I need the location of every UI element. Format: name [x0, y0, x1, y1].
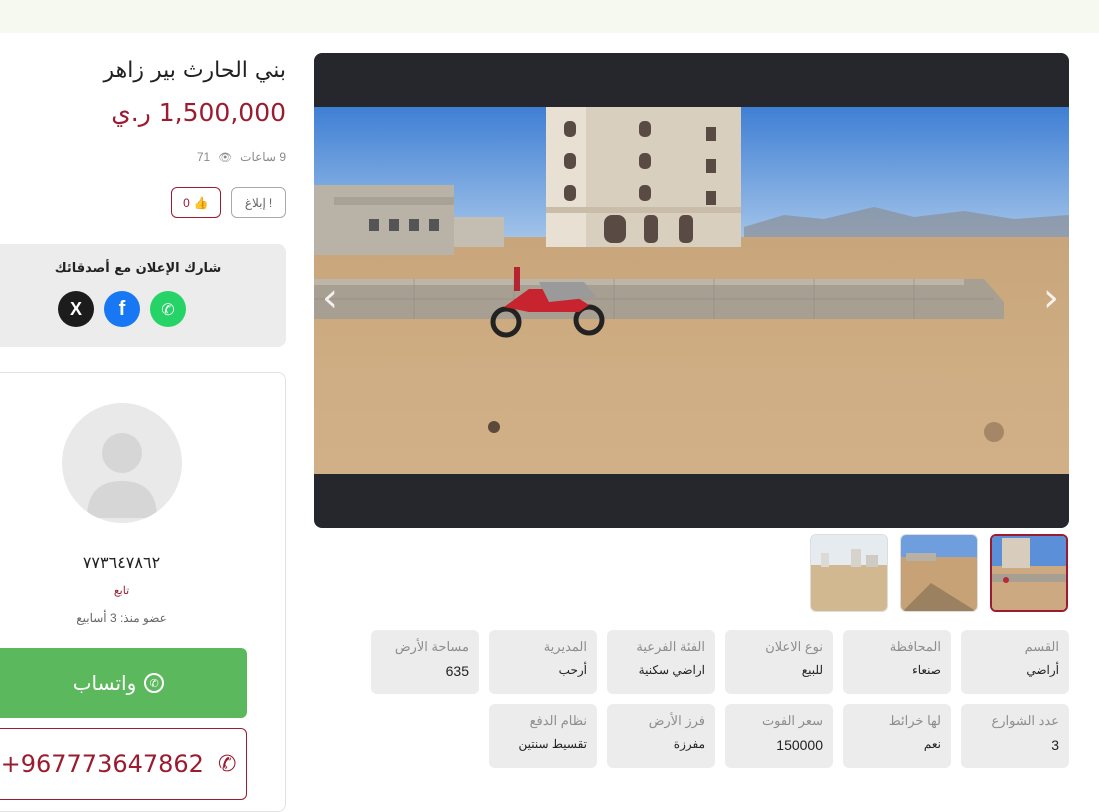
listing-photo	[314, 107, 1069, 474]
detail-card: سعر الفوت 150000	[725, 704, 833, 768]
detail-card: فرز الأرض مفرزة	[607, 704, 715, 768]
detail-value: صنعاء	[912, 663, 941, 677]
gallery-thumbnail[interactable]	[990, 534, 1068, 612]
detail-value: مفرزة	[673, 737, 705, 751]
follow-link[interactable]: تابع	[0, 584, 243, 597]
detail-key: فرز الأرض	[648, 713, 705, 728]
like-button[interactable]: 0 👍	[171, 187, 221, 218]
detail-card: نوع الاعلان للبيع	[725, 630, 833, 694]
seller-name: ٧٧٣٦٤٧٨٦٢	[82, 553, 161, 572]
facebook-share-button[interactable]: f	[104, 291, 140, 327]
detail-card: المديرية أرحب	[489, 630, 597, 694]
listing-price: 1,500,000 ر.ي	[111, 98, 286, 127]
phone-icon: ✆	[217, 751, 237, 777]
eye-icon: 👁	[218, 151, 233, 164]
detail-card: لها خرائط نعم	[843, 704, 951, 768]
detail-value: تقسيط سنتين	[518, 737, 587, 751]
listing-meta: 9 ساعات 👁 71	[197, 150, 286, 164]
thumbs-up-icon: 👍	[193, 195, 209, 210]
member-since: عضو منذ: 3 أسابيع	[76, 611, 167, 625]
view-count: 71	[196, 150, 211, 164]
image-gallery[interactable]: ‹ ›	[314, 53, 1069, 528]
report-label: إبلاغ	[244, 195, 266, 210]
share-title: شارك الإعلان مع أصدقائك	[54, 261, 222, 276]
phone-contact-button[interactable]: +967773647862 ✆	[0, 728, 247, 800]
gallery-next-arrow[interactable]: ›	[1043, 278, 1059, 318]
whatsapp-label: واتساب	[72, 671, 137, 695]
detail-value: للبيع	[801, 663, 823, 677]
whatsapp-share-button[interactable]: ✆	[150, 291, 186, 327]
detail-key: الفئة الفرعية	[636, 639, 705, 654]
top-bar	[0, 0, 1099, 33]
listing-title: بني الحارث بير زاهر	[103, 58, 286, 83]
time-ago: 9 ساعات	[240, 150, 286, 164]
detail-value: 3	[1051, 737, 1059, 753]
gallery-thumbnail[interactable]	[810, 534, 888, 612]
detail-key: المحافظة	[889, 639, 941, 654]
detail-value: 150000	[776, 737, 823, 753]
detail-card: نظام الدفع تقسيط سنتين	[489, 704, 597, 768]
detail-key: نظام الدفع	[529, 713, 587, 728]
detail-card: القسم أراضي	[961, 630, 1069, 694]
detail-card: عدد الشوارع 3	[961, 704, 1069, 768]
detail-value: أرحب	[558, 663, 587, 677]
whatsapp-contact-button[interactable]: واتساب ✆	[0, 648, 247, 718]
detail-key: القسم	[1024, 639, 1059, 654]
seller-avatar	[62, 403, 182, 523]
report-button[interactable]: ! إبلاغ	[231, 187, 286, 218]
detail-value: اراضي سكنية	[638, 663, 705, 677]
detail-value: نعم	[923, 737, 941, 751]
gallery-prev-arrow[interactable]: ‹	[322, 278, 338, 318]
detail-card: مساحة الأرض 635	[371, 630, 479, 694]
detail-card: الفئة الفرعية اراضي سكنية	[607, 630, 715, 694]
x-icon: X	[69, 298, 82, 319]
like-count: 0	[183, 195, 190, 210]
detail-key: المديرية	[543, 639, 587, 654]
detail-value: أراضي	[1026, 663, 1059, 677]
x-share-button[interactable]: X	[58, 291, 94, 327]
detail-value: 635	[445, 663, 469, 679]
detail-key: سعر الفوت	[761, 713, 823, 728]
detail-card: المحافظة صنعاء	[843, 630, 951, 694]
gallery-thumbnail[interactable]	[900, 534, 978, 612]
detail-key: لها خرائط	[888, 713, 941, 728]
detail-key: نوع الاعلان	[765, 639, 823, 654]
whatsapp-icon: ✆	[161, 299, 175, 319]
share-panel: شارك الإعلان مع أصدقائك ✆ f X	[0, 244, 286, 347]
flag-icon: !	[268, 195, 273, 210]
detail-key: عدد الشوارع	[991, 713, 1059, 728]
detail-key: مساحة الأرض	[394, 639, 469, 654]
facebook-icon: f	[118, 297, 126, 320]
phone-number: +967773647862	[0, 750, 204, 778]
whatsapp-icon: ✆	[144, 673, 165, 693]
